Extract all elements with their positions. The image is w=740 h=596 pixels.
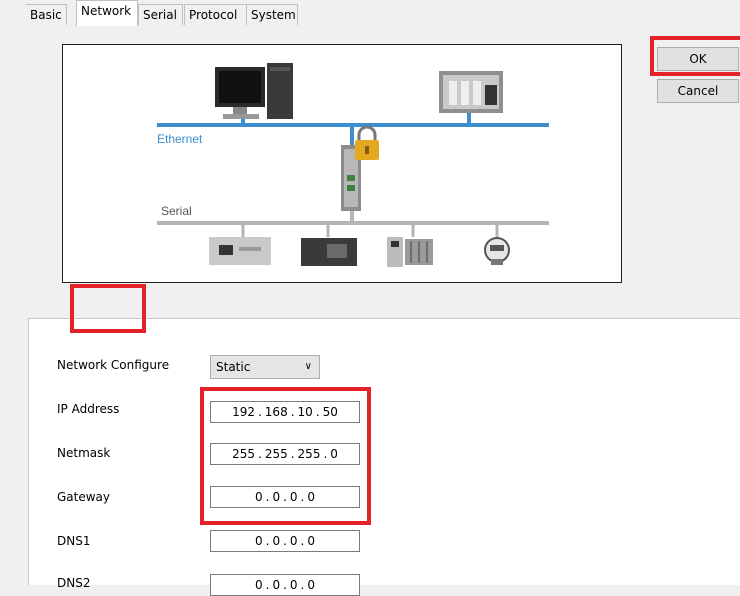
- network-configure-select[interactable]: Static ∨: [210, 355, 320, 379]
- gateway-octet: 0: [289, 490, 298, 504]
- chevron-down-icon: ∨: [304, 361, 312, 372]
- ok-button[interactable]: OK: [657, 47, 739, 71]
- dns2-octet: 0: [254, 578, 263, 592]
- dns2-octet: 0: [272, 578, 281, 592]
- gateway-octet: 0: [272, 490, 281, 504]
- plc-icon: [439, 71, 503, 113]
- dns2-label: DNS2: [57, 576, 91, 590]
- dns1-label: DNS1: [57, 534, 91, 548]
- dns1-octet: 0: [272, 534, 281, 548]
- netmask-octet: 255: [232, 447, 255, 461]
- serial-device-1-icon: [209, 237, 271, 265]
- ip-octet: 10: [297, 405, 313, 419]
- cancel-button[interactable]: Cancel: [657, 79, 739, 103]
- network-topology-diagram: Ethernet Serial: [62, 44, 622, 283]
- serial-label: Serial: [161, 204, 192, 218]
- tab-serial[interactable]: Serial: [138, 4, 183, 25]
- computer-icon: [215, 63, 293, 119]
- serial-device-2-icon: [301, 238, 357, 266]
- tab-protocol[interactable]: Protocol: [184, 4, 247, 25]
- tab-basic[interactable]: Basic: [26, 4, 67, 25]
- serial-bus: [157, 211, 549, 237]
- gateway-octet: 0: [254, 490, 263, 504]
- ip-octet: 168: [264, 405, 288, 419]
- gateway-octet: 0: [307, 490, 316, 504]
- network-configure-value: Static: [216, 360, 251, 374]
- ip-address-field[interactable]: 192. 168. 10. 50: [210, 401, 360, 423]
- netmask-octet: 0: [330, 447, 338, 461]
- dns2-octet: 0: [307, 578, 316, 592]
- tab-network[interactable]: Network: [76, 0, 138, 26]
- dns1-field[interactable]: 0.0.0.0: [210, 530, 360, 552]
- serial-device-3-icon: [387, 237, 433, 267]
- netmask-octet: 255: [297, 447, 321, 461]
- gateway-label: Gateway: [57, 490, 111, 504]
- netmask-octet: 255: [264, 447, 288, 461]
- ethernet-bus: [157, 113, 549, 145]
- tab-system[interactable]: System: [246, 4, 298, 25]
- ethernet-label: Ethernet: [157, 132, 203, 146]
- dns2-field[interactable]: 0.0.0.0: [210, 574, 360, 596]
- dns1-octet: 0: [307, 534, 316, 548]
- netmask-field[interactable]: 255. 255. 255. 0: [210, 443, 360, 465]
- network-configure-label: Network Configure: [57, 358, 170, 372]
- dns1-octet: 0: [289, 534, 298, 548]
- ip-octet: 50: [322, 405, 338, 419]
- lock-icon: [355, 125, 379, 160]
- meter-icon: [484, 237, 510, 265]
- ip-address-label: IP Address: [57, 402, 120, 416]
- gateway-field[interactable]: 0.0.0.0: [210, 486, 360, 508]
- ip-octet: 192: [232, 405, 255, 419]
- netmask-label: Netmask: [57, 446, 111, 460]
- dns2-octet: 0: [289, 578, 298, 592]
- dns1-octet: 0: [254, 534, 263, 548]
